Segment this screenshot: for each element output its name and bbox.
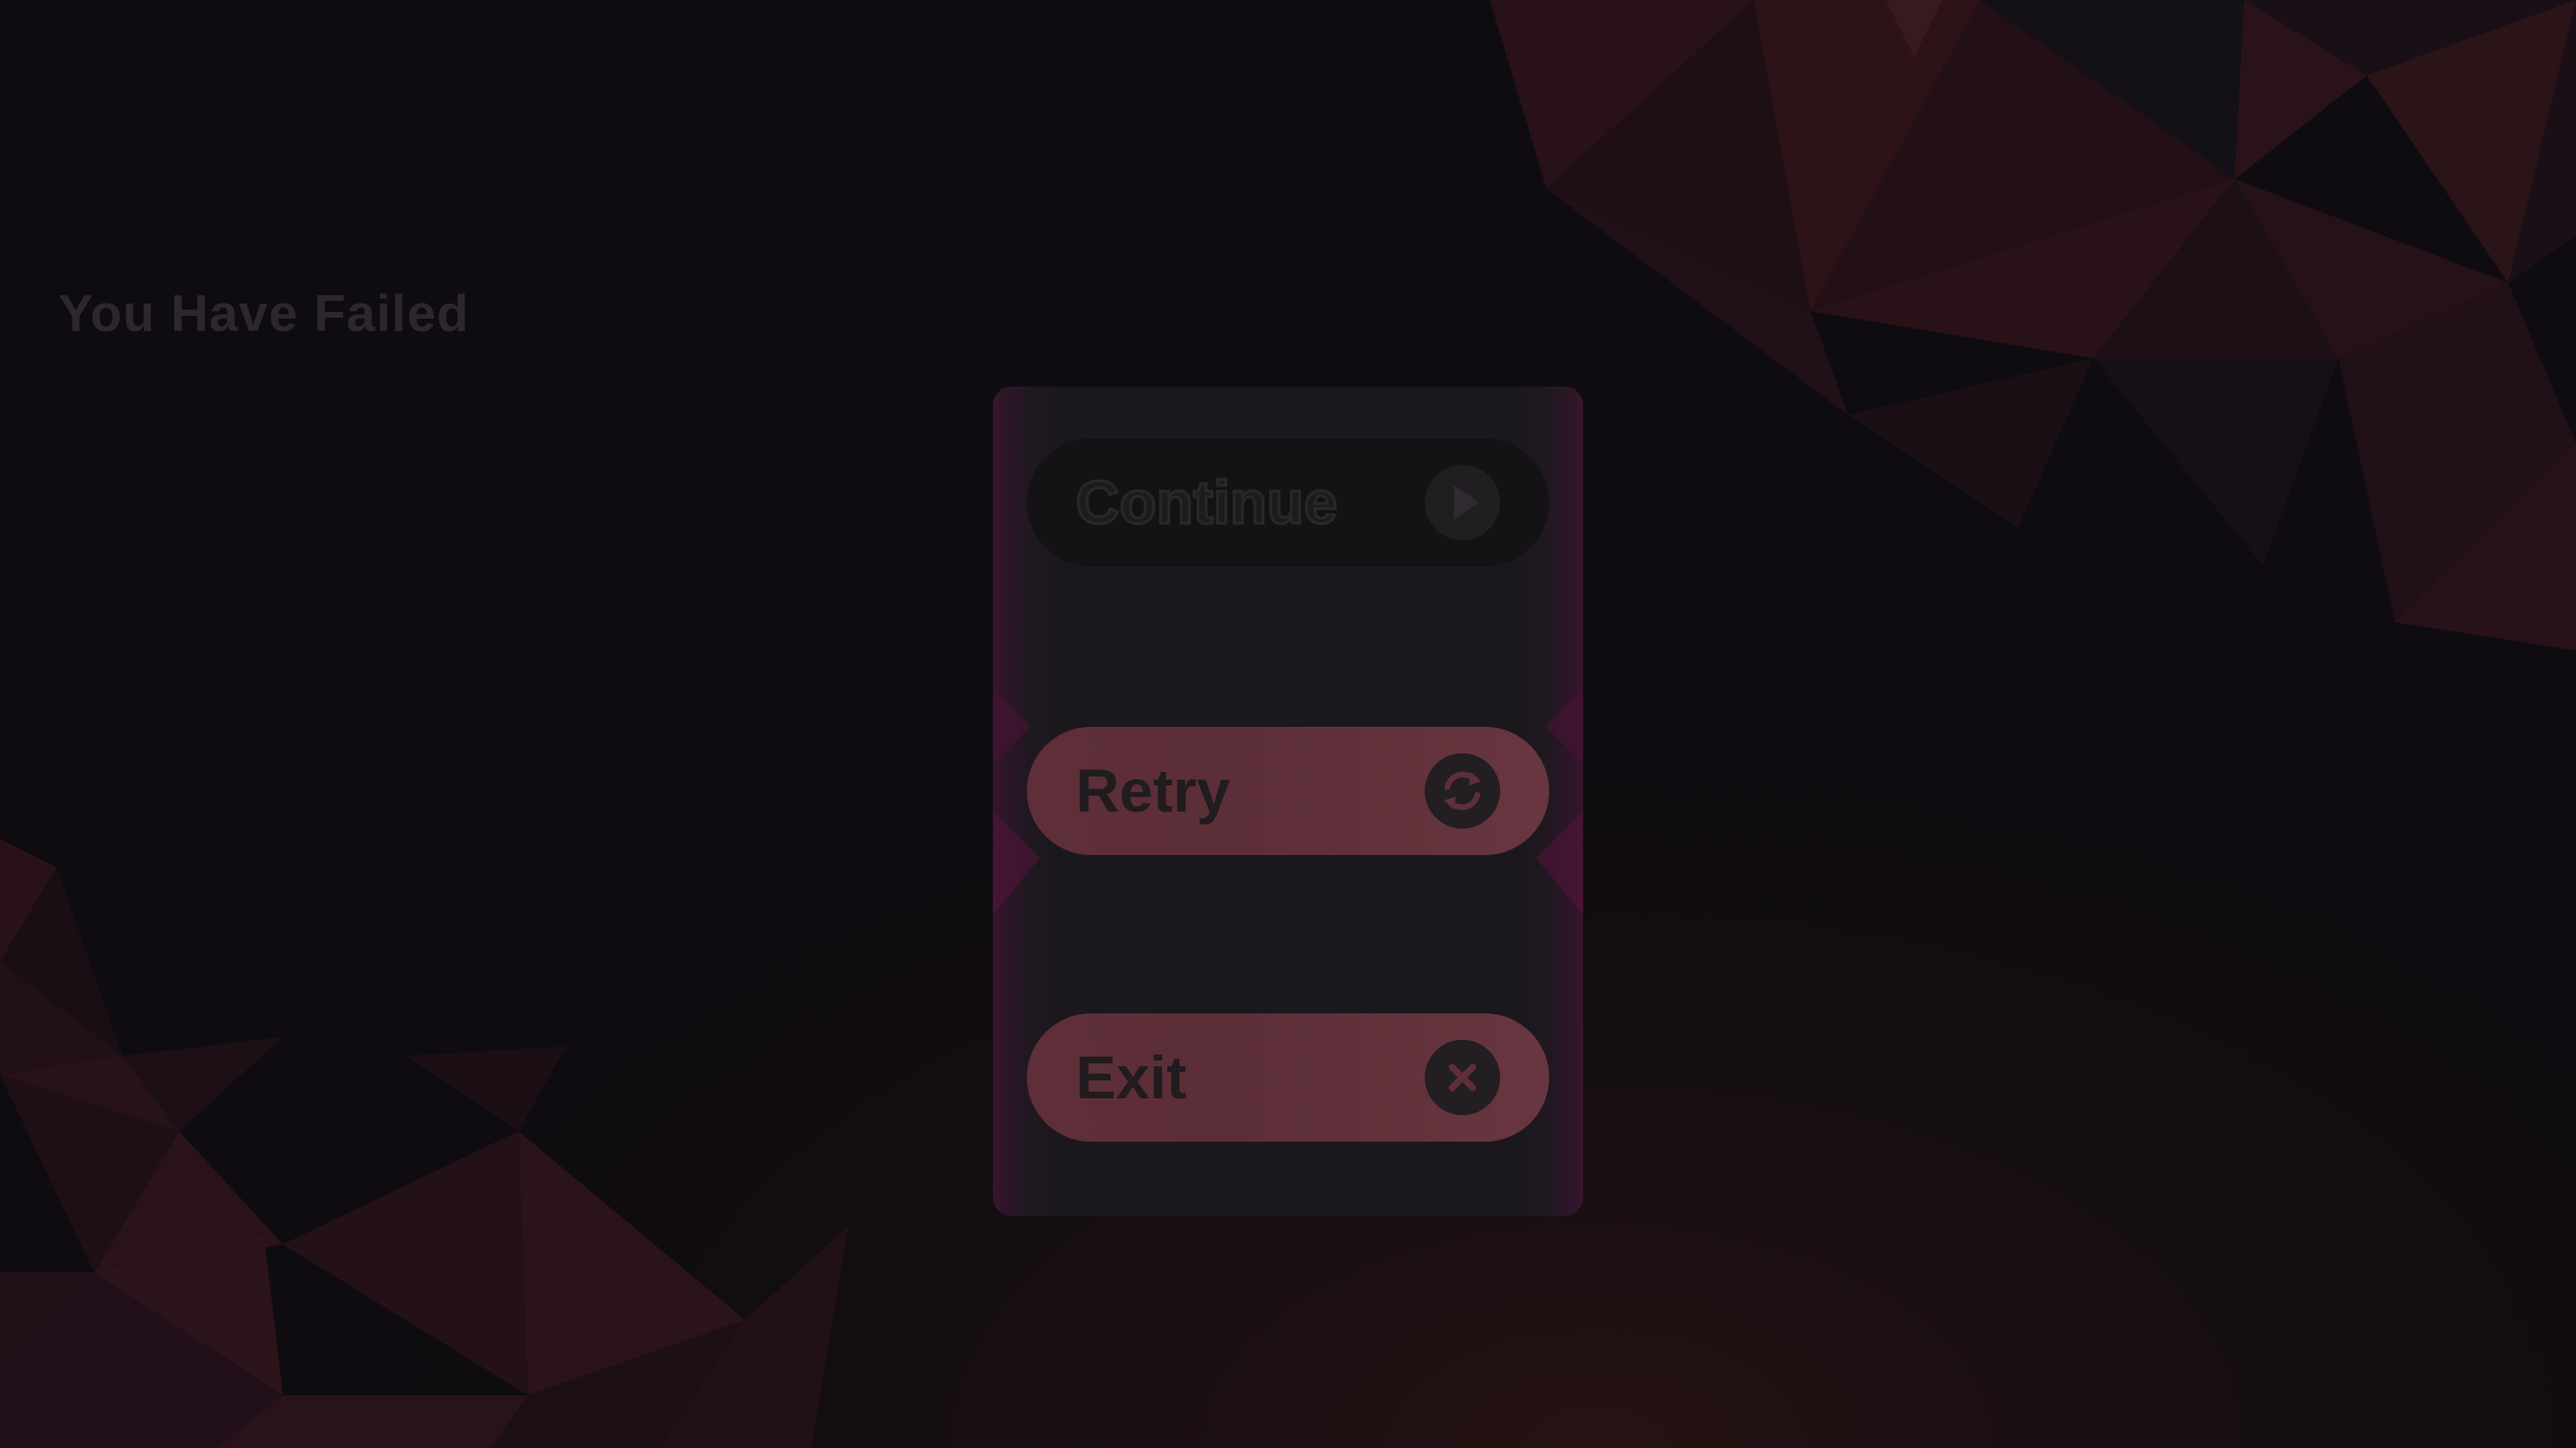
play-icon — [1425, 465, 1500, 540]
refresh-icon — [1425, 753, 1500, 829]
close-icon — [1425, 1040, 1500, 1115]
continue-label: Continue — [1074, 468, 1338, 538]
pause-menu-panel: Continue Retry Exit — [993, 387, 1583, 1216]
fail-title: You Have Failed — [58, 284, 470, 342]
exit-button[interactable]: Exit — [1027, 1013, 1549, 1142]
retry-button[interactable]: Retry — [1027, 727, 1549, 855]
retry-label: Retry — [1076, 757, 1230, 825]
continue-button[interactable]: Continue — [1027, 438, 1549, 567]
exit-label: Exit — [1076, 1044, 1187, 1111]
game-over-screen: You Have Failed Continue Retry Exit — [0, 0, 2576, 1448]
